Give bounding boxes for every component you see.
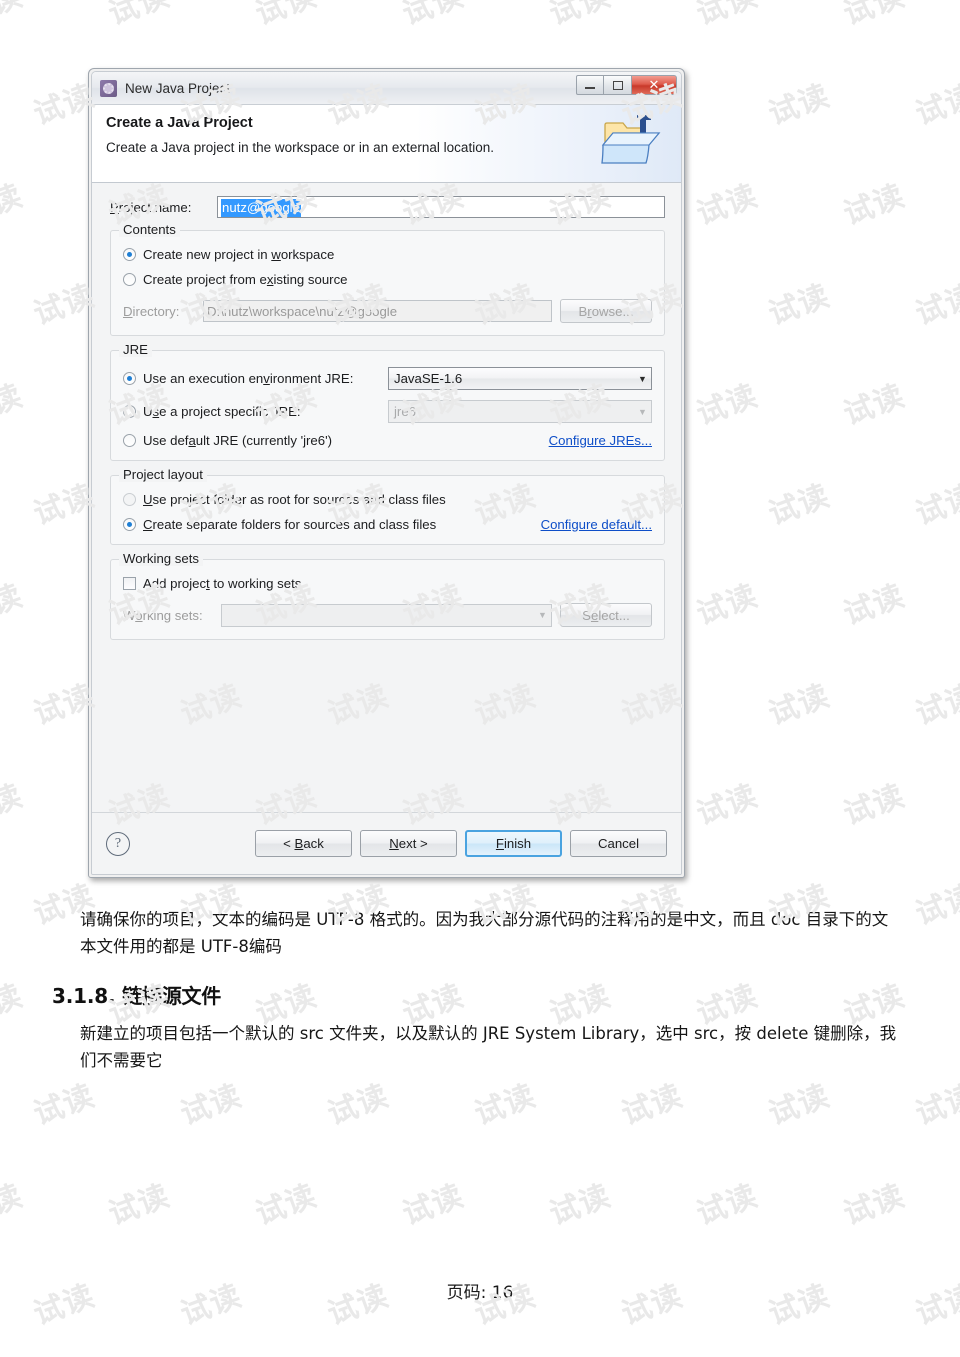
project-layout-group-title: Project layout [119, 467, 207, 482]
option-separate-folders[interactable]: Create separate folders for sources and … [123, 517, 652, 532]
working-sets-combo[interactable]: ▼ [221, 603, 552, 627]
project-name-input[interactable]: nutz@google [217, 196, 665, 218]
section-heading: 3.1.8. 链接源文件 [52, 984, 222, 1008]
chevron-down-icon: ▼ [638, 373, 647, 384]
directory-input[interactable]: D:\nutz\workspace\nutz@google [203, 300, 552, 322]
page-number-footer: 页码: 16 [446, 1283, 514, 1303]
dialog-banner: Create a Java Project Create a Java proj… [92, 105, 681, 183]
wizard-buttons: < Back Next > Finish Cancel [255, 830, 667, 857]
dialog-titlebar[interactable]: New Java Project ✕ [92, 72, 681, 105]
directory-row: Directory: D:\nutz\workspace\nutz@google… [123, 299, 652, 323]
new-java-project-dialog: New Java Project ✕ Create a Java Project… [88, 68, 685, 878]
project-specific-jre-value: jre6 [394, 404, 416, 419]
java-project-icon [100, 79, 117, 97]
paragraph-link-source: 新建立的项目包括一个默认的 src 文件夹，以及默认的 JRE System L… [80, 1024, 897, 1070]
configure-jres-link[interactable]: Configure JREs... [549, 433, 652, 448]
cancel-button[interactable]: Cancel [570, 830, 667, 857]
configure-default-link[interactable]: Configure default... [541, 517, 652, 532]
dialog-footer: ? < Back Next > Finish Cancel [92, 812, 681, 874]
radio-execution-environment-jre[interactable] [123, 372, 136, 385]
checkbox-add-to-working-sets[interactable] [123, 577, 136, 590]
radio-separate-folders[interactable] [123, 518, 136, 531]
project-layout-group: Project layout Use project folder as roo… [110, 467, 665, 545]
project-name-value: nutz@google [221, 199, 301, 217]
working-sets-group: Working sets Add project to working sets… [110, 551, 665, 640]
chevron-down-icon: ▼ [538, 610, 547, 620]
option-label: Create project from existing source [143, 272, 348, 287]
project-name-label: Project name: [110, 199, 192, 215]
option-label: Use an execution environment JRE: [143, 371, 354, 386]
dialog-inner-frame: New Java Project ✕ Create a Java Project… [91, 71, 682, 875]
option-label: Use default JRE (currently 'jre6') [143, 433, 333, 448]
working-sets-group-title: Working sets [119, 551, 203, 566]
option-project-folder-root[interactable]: Use project folder as root for sources a… [123, 492, 652, 507]
working-sets-label: Working sets: [123, 607, 203, 623]
minimize-icon [585, 87, 595, 89]
option-create-from-existing[interactable]: Create project from existing source [123, 272, 652, 287]
execution-environment-combo[interactable]: JavaSE-1.6 ▼ [388, 367, 652, 390]
option-label: Create new project in workspace [143, 247, 335, 262]
dialog-title: New Java Project [125, 80, 231, 96]
jre-group: JRE Use an execution environment JRE: Ja… [110, 342, 665, 461]
banner-heading: Create a Java Project [106, 115, 253, 131]
help-icon[interactable]: ? [106, 831, 130, 856]
window-controls: ✕ [576, 75, 677, 95]
option-default-jre[interactable]: Use default JRE (currently 'jre6') Confi… [123, 433, 652, 448]
jre-group-title: JRE [119, 342, 152, 357]
maximize-button[interactable] [604, 75, 632, 95]
browse-button[interactable]: Browse... [560, 299, 652, 323]
directory-label: Directory: [123, 303, 180, 319]
option-label: Add project to working sets [143, 576, 302, 591]
project-name-row: Project name: nutz@google [110, 196, 665, 218]
chevron-down-icon: ▼ [638, 406, 647, 417]
contents-group: Contents Create new project in workspace… [110, 222, 665, 336]
minimize-button[interactable] [576, 75, 604, 95]
dialog-body: Project name: nutz@google Contents Creat… [102, 184, 671, 812]
radio-create-from-existing[interactable] [123, 273, 136, 286]
back-button[interactable]: < Back [255, 830, 352, 857]
select-button[interactable]: Select... [560, 603, 652, 627]
working-sets-row: Working sets: ▼ Select... [123, 603, 652, 627]
option-label: Create separate folders for sources and … [143, 517, 437, 532]
maximize-icon [612, 80, 623, 90]
radio-default-jre[interactable] [123, 434, 136, 447]
option-add-to-working-sets[interactable]: Add project to working sets [123, 576, 652, 591]
banner-subtext: Create a Java project in the workspace o… [106, 140, 494, 155]
execution-environment-value: JavaSE-1.6 [394, 371, 463, 386]
radio-project-folder-root[interactable] [123, 493, 136, 506]
java-folder-icon [601, 115, 661, 164]
option-label: Use project folder as root for sources a… [143, 492, 446, 507]
option-create-new-in-workspace[interactable]: Create new project in workspace [123, 247, 652, 262]
contents-group-title: Contents [119, 222, 180, 237]
option-project-specific-jre[interactable]: Use a project specific JRE: jre6 ▼ [123, 400, 652, 423]
option-execution-environment-jre[interactable]: Use an execution environment JRE: JavaSE… [123, 367, 652, 390]
finish-button[interactable]: Finish [465, 830, 562, 857]
radio-create-new-in-workspace[interactable] [123, 248, 136, 261]
radio-project-specific-jre[interactable] [123, 405, 136, 418]
paragraph-encoding: 请确保你的项目，文本的编码是 UTF-8 格式的。因为我大部分源代码的注释用的是… [80, 910, 889, 956]
close-button[interactable]: ✕ [632, 75, 677, 95]
option-label: Use a project specific JRE: [143, 404, 301, 419]
next-button[interactable]: Next > [360, 830, 457, 857]
project-specific-jre-combo[interactable]: jre6 ▼ [388, 400, 652, 423]
